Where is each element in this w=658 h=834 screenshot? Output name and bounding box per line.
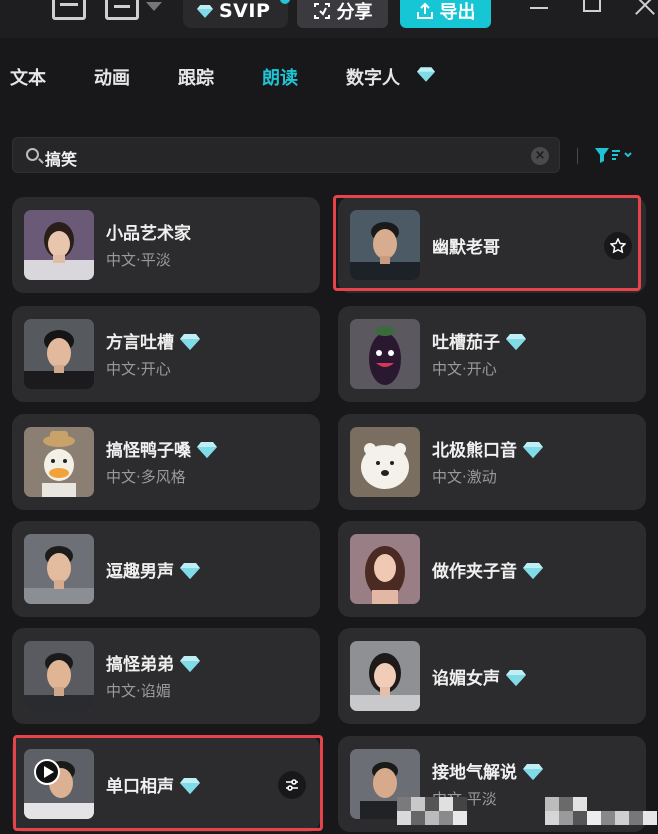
voice-card[interactable]: 搞怪鸭子嗓 中文·多风格 [12,414,320,510]
voice-card[interactable]: 逗趣男声 [12,521,320,617]
avatar [24,427,94,497]
voice-description: 中文·谄媚 [106,682,171,700]
diamond-icon [523,764,543,780]
divider [577,148,578,164]
export-button[interactable]: 导出 [400,0,491,28]
voice-description: 中文·多风格 [106,468,186,486]
voice-card[interactable]: 谄媚女声 [338,628,646,724]
export-label: 导出 [439,2,476,23]
voice-card[interactable]: 方言吐槽 中文·开心 [12,306,320,402]
svip-label: SVIP [219,0,271,22]
notification-dot [280,0,290,4]
title-bar: SVIP 分享 导出 [0,0,658,38]
voice-name: 幽默老哥 [432,238,500,258]
diamond-icon [523,563,543,579]
avatar [350,210,420,280]
play-icon[interactable] [34,759,60,785]
diamond-icon [180,563,200,579]
avatar [350,534,420,604]
voice-settings-button[interactable] [278,771,306,799]
voice-name: 逗趣男声 [106,557,200,582]
voice-description: 中文·激动 [432,468,497,486]
settings-sliders-icon [286,779,298,791]
star-icon [610,238,626,254]
share-label: 分享 [336,2,373,23]
voice-card[interactable]: 做作夹子音 [338,521,646,617]
voice-name: 小品艺术家 [106,224,191,244]
upload-icon [416,2,433,19]
voice-card[interactable]: 搞怪弟弟 中文·谄媚 [12,628,320,724]
clear-search-icon[interactable]: × [531,147,549,165]
favorite-button[interactable] [604,232,632,260]
voice-name: 方言吐槽 [106,328,200,353]
diamond-icon [417,67,435,82]
search-value: 搞笑 [45,150,78,169]
voice-name: 谄媚女声 [432,664,526,689]
voice-card[interactable]: 单口相声 [12,736,320,832]
share-icon [313,3,330,19]
layout-grid-icon[interactable] [105,0,139,20]
avatar [24,319,94,389]
diamond-icon [180,656,200,672]
diamond-icon [180,778,200,794]
voice-name: 搞怪鸭子嗓 [106,436,217,461]
avatar [350,319,420,389]
voice-description: 中文·开心 [432,360,497,378]
diamond-icon [506,334,526,350]
voice-card[interactable]: 幽默老哥 [338,197,646,293]
svip-button[interactable]: SVIP [183,0,290,28]
search-icon [26,148,39,161]
voice-description: 中文·平淡 [106,251,171,269]
avatar [24,749,94,819]
tab-digital-human[interactable]: 数字人 [346,64,400,90]
diamond-icon [197,5,213,18]
layout-icon[interactable] [52,0,86,20]
avatar [350,641,420,711]
tab-animation[interactable]: 动画 [94,64,130,90]
voice-name: 吐槽茄子 [432,328,526,353]
search-input[interactable]: 搞笑 × [12,137,560,173]
diamond-icon [506,670,526,686]
tab-tracking[interactable]: 跟踪 [178,64,214,90]
voice-name: 做作夹子音 [432,557,543,582]
voice-name: 搞怪弟弟 [106,650,200,675]
avatar [350,427,420,497]
filter-icon[interactable] [594,146,634,164]
tab-read-aloud[interactable]: 朗读 [262,64,298,90]
diamond-icon [180,334,200,350]
share-button[interactable]: 分享 [297,0,388,28]
diamond-icon [523,442,543,458]
voice-card[interactable]: 北极熊口音 中文·激动 [338,414,646,510]
voice-name: 接地气解说 [432,758,543,783]
voice-description: 中文·开心 [106,360,171,378]
pixelated-watermark [395,793,658,834]
tab-bar: 文本 动画 跟踪 朗读 数字人 [0,52,658,96]
voice-name: 北极熊口音 [432,436,543,461]
chevron-down-icon[interactable] [146,2,162,11]
avatar [24,641,94,711]
tab-text[interactable]: 文本 [10,64,46,90]
minimize-icon[interactable] [530,7,548,9]
avatar [24,210,94,280]
close-icon[interactable] [634,0,656,16]
voice-name: 单口相声 [106,772,200,797]
avatar [24,534,94,604]
diamond-icon [197,442,217,458]
voice-card[interactable]: 小品艺术家 中文·平淡 [12,197,320,293]
maximize-icon[interactable] [583,0,601,12]
voice-card[interactable]: 吐槽茄子 中文·开心 [338,306,646,402]
